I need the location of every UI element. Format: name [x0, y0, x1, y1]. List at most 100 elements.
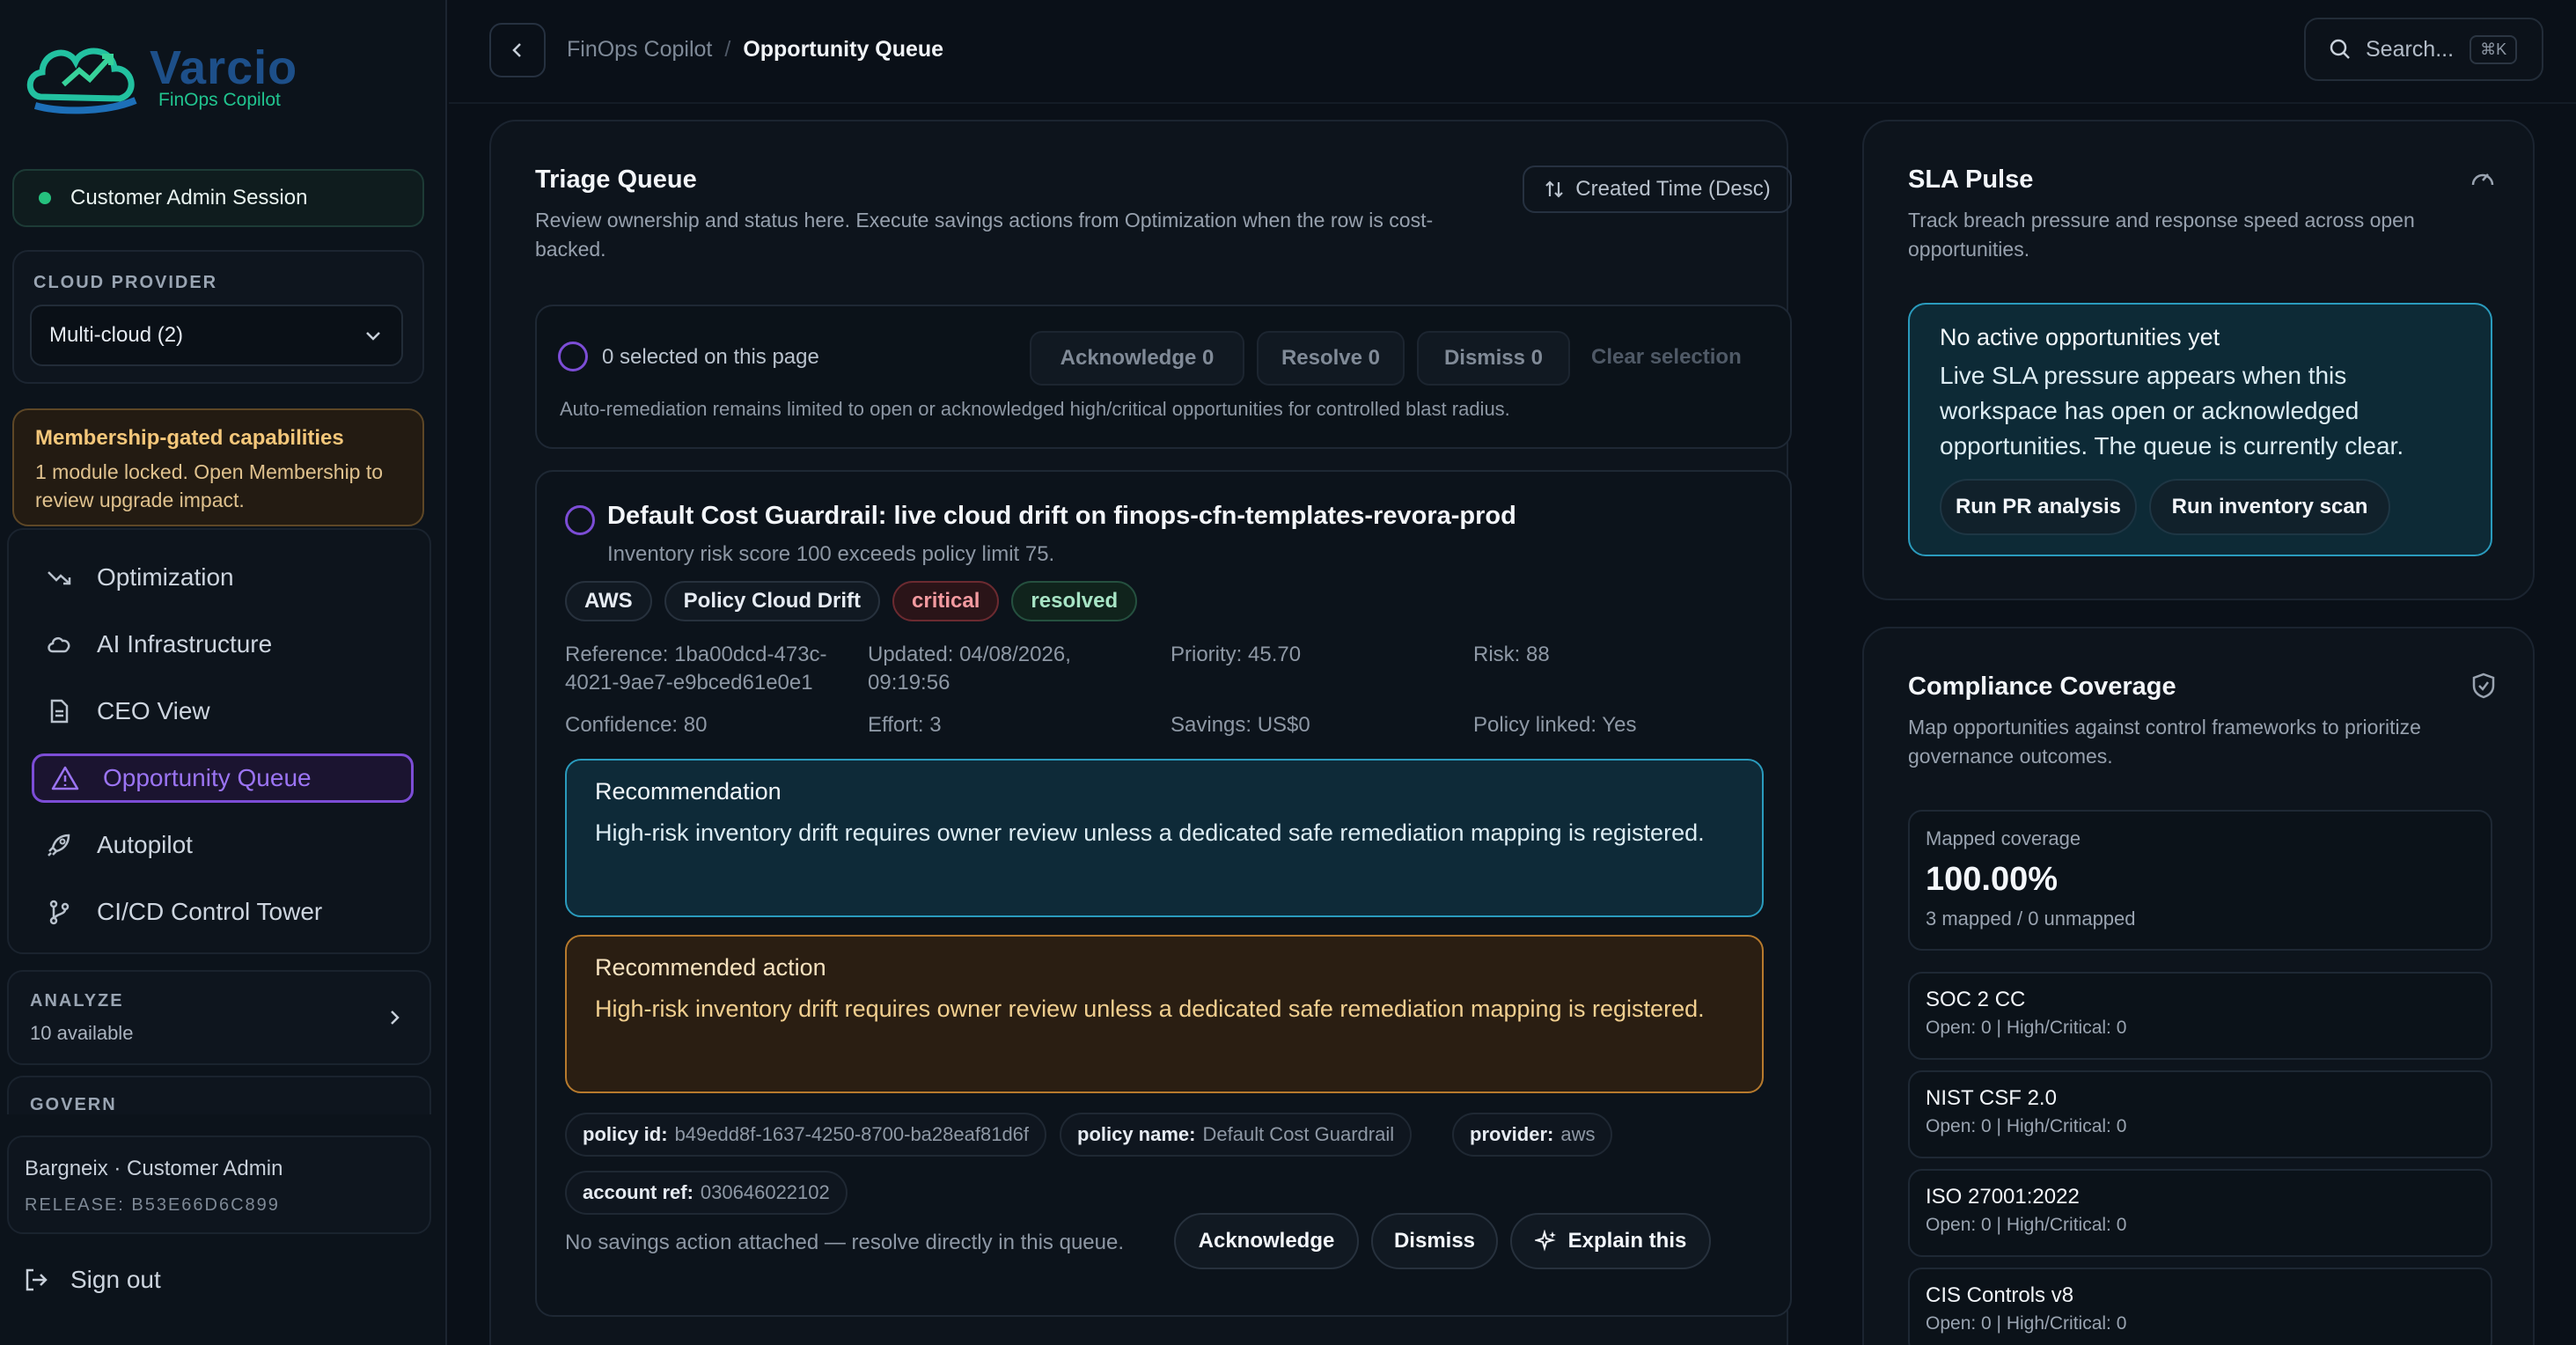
sidebar-item-ceo-view[interactable]: CEO View: [28, 687, 415, 736]
search-placeholder: Search...: [2366, 36, 2455, 62]
sidebar-item-opportunity-queue[interactable]: Opportunity Queue: [32, 753, 414, 803]
sidebar-item-optimization[interactable]: Optimization: [28, 553, 415, 602]
sort-label: Created Time (Desc): [1575, 177, 1771, 201]
tag-account-ref: account ref: 030646022102: [565, 1171, 848, 1215]
gauge-icon: [2471, 173, 2494, 186]
recommended-action-text: High-risk inventory drift requires owner…: [595, 996, 1705, 1022]
meta-reference: Reference: 1ba00dcd-473c-4021-9ae7-e9bce…: [565, 643, 827, 695]
chevron-down-icon: [366, 332, 380, 341]
coverage-value: 100.00%: [1926, 861, 2059, 898]
triage-queue-panel: Triage Queue Review ownership and status…: [489, 120, 1792, 1345]
panel-subtitle: Map opportunities against control framew…: [1908, 716, 2421, 768]
user-name: Bargneix · Customer Admin: [25, 1157, 283, 1180]
meta-savings: Savings: US$0: [1171, 713, 1310, 737]
opportunity-chips: AWS Policy Cloud Drift critical resolved: [565, 581, 1138, 621]
tag-value: b49edd8f-1637-4250-8700-ba28eaf81d6f: [674, 1123, 1030, 1145]
meta-priority: Priority: 45.70: [1171, 643, 1302, 666]
sla-empty-state: No active opportunities yet Live SLA pre…: [1908, 303, 2492, 556]
section-title: ANALYZE: [30, 991, 124, 1011]
framework-card-iso[interactable]: ISO 27001:2022 Open: 0 | High/Critical: …: [1908, 1169, 2492, 1257]
panel-title: Triage Queue: [535, 165, 697, 194]
bulk-resolve-button[interactable]: Resolve 0: [1257, 331, 1405, 386]
category-chip: Policy Cloud Drift: [664, 581, 881, 621]
sidebar-section-govern[interactable]: GOVERN: [7, 1076, 431, 1114]
sidebar-item-autopilot[interactable]: Autopilot: [28, 820, 415, 870]
tag-key: policy name:: [1077, 1123, 1196, 1145]
framework-name: CIS Controls v8: [1926, 1283, 2074, 1307]
dismiss-button[interactable]: Dismiss: [1371, 1213, 1498, 1269]
sort-icon: [1544, 179, 1565, 200]
cloud-logo-icon: [26, 48, 137, 114]
empty-text: Live SLA pressure appears when this work…: [1940, 362, 2404, 459]
brand-logo[interactable]: Varcio FinOps Copilot: [25, 32, 306, 120]
membership-title: Membership-gated capabilities: [35, 426, 344, 450]
membership-notice[interactable]: Membership-gated capabilities 1 module l…: [12, 408, 424, 526]
clear-selection-button[interactable]: Clear selection: [1591, 345, 1742, 370]
sidebar-item-label: Opportunity Queue: [103, 764, 312, 791]
sidebar-item-label: Optimization: [97, 563, 234, 591]
row-select-checkbox[interactable]: [565, 505, 595, 535]
cloud-provider-select[interactable]: Multi-cloud (2): [30, 305, 403, 366]
run-pr-analysis-button[interactable]: Run PR analysis: [1940, 479, 2137, 535]
no-savings-note: No savings action attached — resolve dir…: [565, 1231, 1125, 1254]
sidebar-item-label: CEO View: [97, 697, 210, 724]
tag-value: 030646022102: [700, 1181, 830, 1203]
brand-subtitle: FinOps Copilot: [158, 90, 281, 110]
breadcrumb-current: Opportunity Queue: [743, 37, 944, 62]
search-input[interactable]: Search... ⌘K: [2304, 18, 2543, 81]
sign-out-icon: [23, 1267, 49, 1293]
sign-out-button[interactable]: Sign out: [23, 1266, 161, 1294]
back-button[interactable]: [489, 23, 546, 77]
explain-this-button[interactable]: Explain this: [1510, 1213, 1711, 1269]
sidebar-section-analyze[interactable]: ANALYZE 10 available: [7, 970, 431, 1065]
sidebar-nav: Optimization AI Infrastructure CEO View …: [7, 528, 431, 954]
meta-updated: Updated: 04/08/2026, 09:19:56: [868, 643, 1071, 695]
sidebar-item-label: Autopilot: [97, 831, 193, 858]
release-id: RELEASE: B53E66D6C899: [25, 1195, 280, 1215]
panel-subtitle: Review ownership and status here. Execut…: [535, 209, 1434, 261]
cloud-provider-label: CLOUD PROVIDER: [33, 273, 218, 292]
search-icon: [2330, 39, 2350, 59]
sidebar-item-ai-infrastructure[interactable]: AI Infrastructure: [28, 620, 415, 669]
section-title: GOVERN: [30, 1095, 117, 1114]
shield-check-icon: [2472, 672, 2495, 699]
tag-key: provider:: [1470, 1123, 1554, 1145]
framework-stat: Open: 0 | High/Critical: 0: [1926, 1116, 2127, 1136]
panel-title: SLA Pulse: [1908, 165, 2034, 194]
meta-policy-linked: Policy linked: Yes: [1473, 713, 1637, 737]
sort-button[interactable]: Created Time (Desc): [1523, 165, 1792, 213]
warning-icon: [50, 763, 80, 793]
session-label: Customer Admin Session: [70, 186, 308, 209]
bulk-dismiss-button[interactable]: Dismiss 0: [1417, 331, 1570, 386]
sidebar-item-cicd-control-tower[interactable]: CI/CD Control Tower: [28, 887, 415, 937]
run-inventory-scan-button[interactable]: Run inventory scan: [2149, 479, 2390, 535]
framework-stat: Open: 0 | High/Critical: 0: [1926, 1313, 2127, 1334]
select-all-checkbox[interactable]: [558, 342, 588, 371]
meta-effort: Effort: 3: [868, 713, 942, 737]
framework-name: ISO 27001:2022: [1926, 1185, 2080, 1209]
tag-key: account ref:: [583, 1181, 694, 1203]
severity-chip: critical: [892, 581, 1000, 621]
panel-subtitle: Track breach pressure and response speed…: [1908, 209, 2415, 261]
selection-count: 0 selected on this page: [602, 345, 819, 369]
chevron-right-icon: [391, 1011, 400, 1025]
auto-remediation-note: Auto-remediation remains limited to open…: [560, 398, 1510, 420]
tag-policy-id: policy id: b49edd8f-1637-4250-8700-ba28ea…: [565, 1113, 1047, 1157]
session-status-dot: [39, 192, 51, 204]
framework-card-soc2[interactable]: SOC 2 CC Open: 0 | High/Critical: 0: [1908, 972, 2492, 1060]
git-branch-icon: [44, 897, 74, 927]
framework-card-cis[interactable]: CIS Controls v8 Open: 0 | High/Critical:…: [1908, 1268, 2492, 1345]
acknowledge-button[interactable]: Acknowledge: [1174, 1213, 1359, 1269]
explain-label: Explain this: [1567, 1229, 1687, 1253]
session-badge: Customer Admin Session: [12, 169, 424, 227]
mapped-coverage-card: Mapped coverage 100.00% 3 mapped / 0 unm…: [1908, 810, 2492, 951]
framework-name: NIST CSF 2.0: [1926, 1086, 2057, 1110]
tag-value: aws: [1560, 1123, 1596, 1145]
cloud-provider-panel: CLOUD PROVIDER Multi-cloud (2): [12, 250, 424, 384]
recommendation-title: Recommendation: [595, 778, 782, 805]
trend-down-icon: [44, 562, 74, 592]
framework-card-nist[interactable]: NIST CSF 2.0 Open: 0 | High/Critical: 0: [1908, 1070, 2492, 1158]
bulk-acknowledge-button[interactable]: Acknowledge 0: [1030, 331, 1244, 386]
sidebar-item-label: CI/CD Control Tower: [97, 898, 323, 925]
breadcrumb-parent[interactable]: FinOps Copilot: [567, 37, 712, 62]
